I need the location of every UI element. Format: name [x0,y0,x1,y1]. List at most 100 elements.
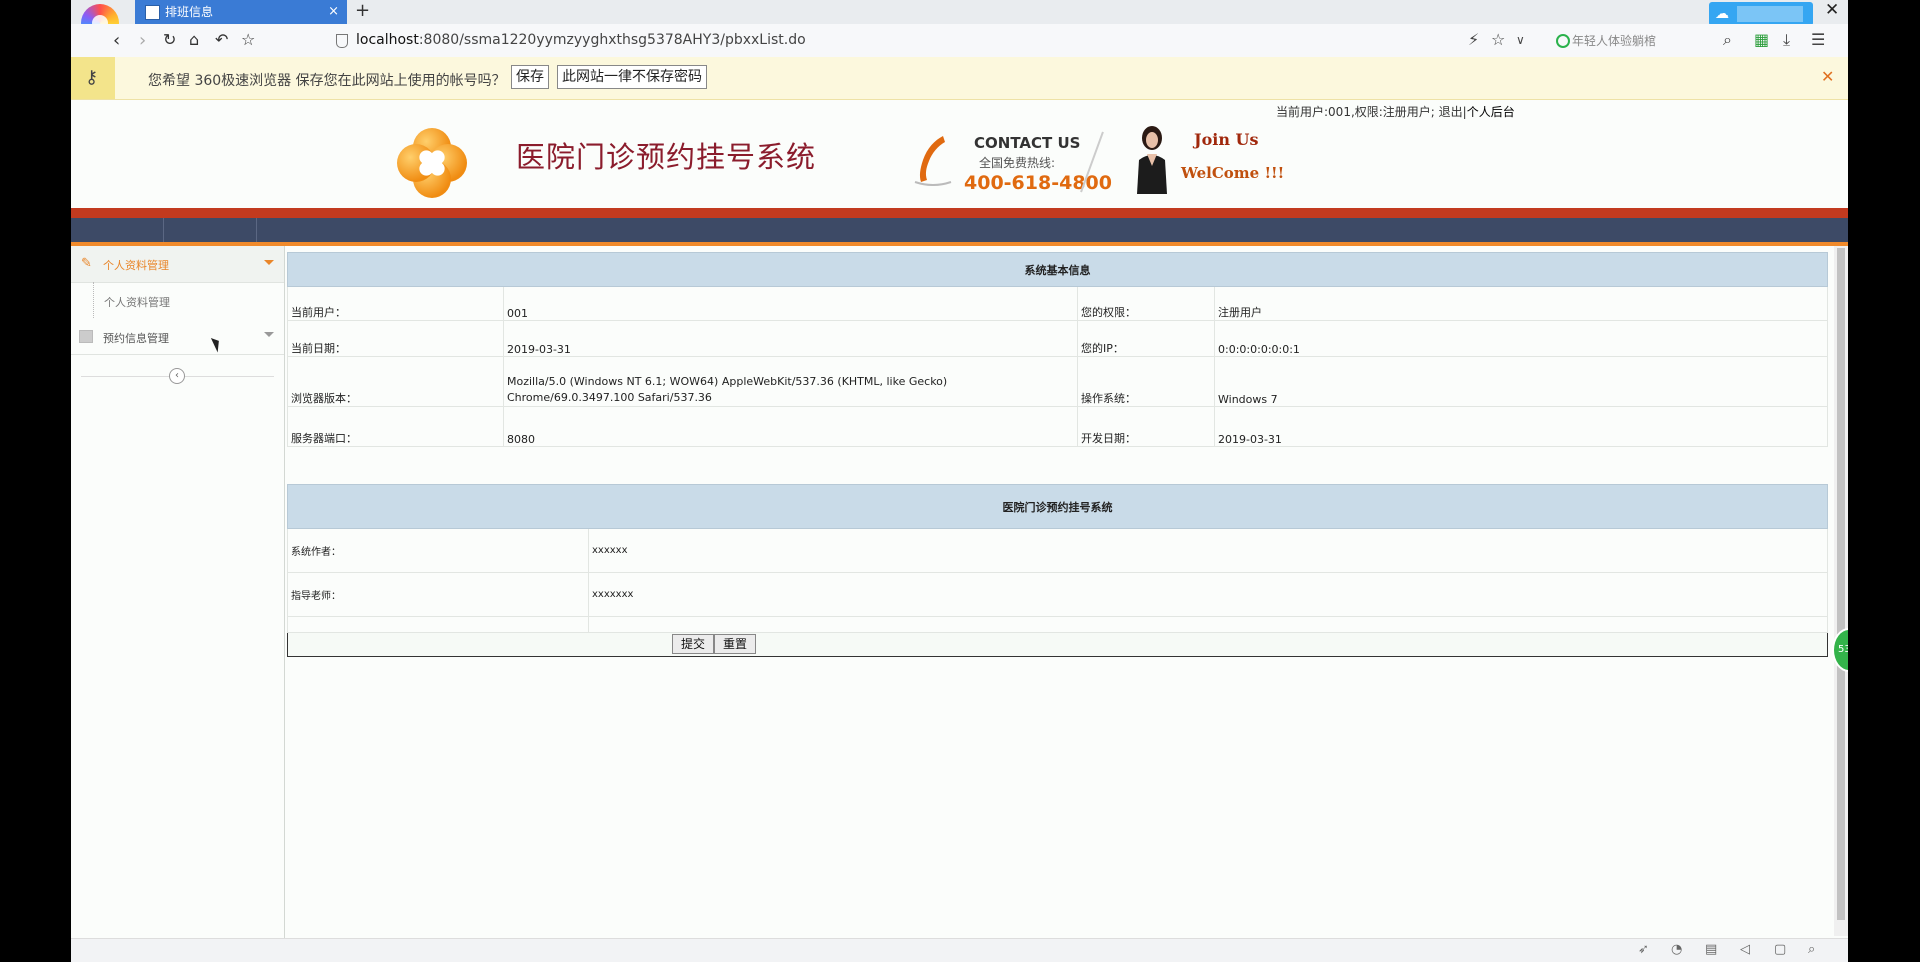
back-icon[interactable]: ‹ [113,30,120,51]
tab-favicon-icon [145,5,160,20]
security-shield-icon[interactable] [336,34,348,48]
header-stripe-red [71,208,1848,218]
key-icon: ⚷ [85,67,99,88]
sidebar-item-appointment-management[interactable]: 预约信息管理 [71,318,284,355]
site-title: 医院门诊预约挂号系统 [516,140,817,174]
download-icon[interactable]: ⤓ [1783,30,1790,50]
info-label: 您的IP： [1077,320,1215,357]
table-row: 系统作者： xxxxxx [287,528,1828,573]
table-row: 指导老师： xxxxxxx [287,572,1828,617]
window-close-button[interactable]: ✕ [1825,0,1839,20]
table-row: 浏览器版本： Mozilla/5.0 (Windows NT 6.1; WOW6… [287,356,1828,407]
address-bar: ‹ › ↻ ⌂ ↶ ☆ localhost:8080/ssma1220yymzy… [71,24,1848,58]
apps-icon[interactable]: ▦ [1754,30,1769,49]
info-value: 8080 [503,406,1078,447]
password-save-bar: ⚷ 您希望 360极速浏览器 保存您在此网站上使用的帐号吗？ 保存 此网站一律不… [71,57,1848,100]
empty-cell [588,616,1828,633]
button-row: 提交 重置 [287,632,1828,657]
password-prompt-text: 您希望 360极速浏览器 保存您在此网站上使用的帐号吗？ [148,73,506,89]
about-table: 医院门诊预约挂号系统 系统作者： xxxxxx 指导老师： xxxxxxx 提交… [287,484,1828,657]
never-save-button[interactable]: 此网站一律不保存密码 [557,65,707,89]
info-label: 开发日期： [1077,406,1215,447]
teacher-value: xxxxxxx [588,572,1828,617]
info-label: 当前用户： [287,286,504,321]
search-engine-icon [1556,34,1570,48]
info-label: 您的权限： [1077,286,1215,321]
window-icon[interactable]: ▢ [1774,942,1786,957]
cloud-sync-button[interactable]: ☁ [1709,2,1813,26]
sidebar-item-profile-management[interactable]: ✎ 个人资料管理 [71,246,284,283]
zoom-icon[interactable]: ⌕ [1808,942,1815,957]
button-cell: 提交 重置 [287,632,1828,657]
reload-icon[interactable]: ↻ [163,30,176,49]
author-label: 系统作者： [287,528,589,573]
new-tab-button[interactable]: + [355,0,375,24]
search-icon[interactable]: ⌕ [1723,30,1732,50]
grid-icon [79,330,93,343]
forward-icon[interactable]: › [139,30,146,51]
page-scrollbar[interactable] [1834,246,1848,936]
submit-button[interactable]: 提交 [672,634,715,654]
about-title: 医院门诊预约挂号系统 [287,484,1828,529]
search-input[interactable]: 年轻人体验躺棺 [1572,32,1656,49]
info-label: 当前日期： [287,320,504,357]
url-path: :8080/ssma1220yymzyyghxthsg5378AHY3/pbxx… [418,32,806,48]
sidebar-item-label: 个人资料管理 [103,259,169,272]
contact-phone: 400-618-4800 [964,172,1112,194]
url-field[interactable]: localhost:8080/ssma1220yymzyyghxthsg5378… [356,32,806,48]
scrollbar-thumb[interactable] [1837,248,1845,920]
system-info-title: 系统基本信息 [287,252,1828,287]
tab-close-icon[interactable]: × [328,0,339,24]
info-value: 2019-03-31 [1214,406,1828,447]
system-info-table: 系统基本信息 当前用户： 001 您的权限： 注册用户 当前日期： 2019-0… [287,252,1828,447]
cloud-icon: ☁ [1715,6,1729,22]
trash-icon[interactable]: ▤ [1705,942,1717,957]
info-label: 服务器端口： [287,406,504,447]
personal-backend-link[interactable]: 个人后台 [1467,105,1515,119]
volume-icon[interactable]: ◁ [1740,942,1750,957]
contact-title: CONTACT US [974,134,1081,152]
info-value: Mozilla/5.0 (Windows NT 6.1; WOW64) Appl… [503,356,1078,407]
chevron-down-icon [264,332,274,337]
table-row [287,616,1828,633]
join-us-text: Join Us [1194,130,1259,149]
welcome-text: WelCome !!! [1181,164,1285,182]
cloud-account-field [1737,6,1803,22]
info-label: 浏览器版本： [287,356,504,407]
user-status-text: 当前用户:001,权限:注册用户; 退出| [1276,105,1467,119]
rocket-icon[interactable]: ➶ [1638,942,1649,957]
favorite-star-icon[interactable]: ☆ [241,30,255,49]
empty-cell [287,616,589,633]
tab-title: 排班信息 [165,5,214,19]
author-value: xxxxxx [588,528,1828,573]
status-bar: ➶ ◔ ▤ ◁ ▢ ⌕ [71,938,1848,962]
home-icon[interactable]: ⌂ [189,30,199,49]
save-password-button[interactable]: 保存 [511,65,549,89]
close-icon[interactable]: ✕ [1821,67,1834,86]
menu-icon[interactable]: ☰ [1811,30,1825,49]
site-logo-icon [397,128,467,198]
info-label: 操作系统： [1077,356,1215,407]
info-value: 注册用户 [1214,286,1828,321]
bookmark-star-icon[interactable]: ☆ [1491,30,1505,49]
url-host: localhost [356,32,419,48]
reset-button[interactable]: 重置 [714,634,757,654]
browser-window: 排班信息 × + ☁ ✕ ‹ › ↻ ⌂ ↶ ☆ localhost:8080/… [71,0,1848,962]
chevron-down-icon [264,260,274,265]
contact-subtitle: 全国免费热线: [979,156,1056,170]
sidebar-subitem-profile[interactable]: 个人资料管理 [93,282,285,318]
browser-tab[interactable]: 排班信息 × [135,0,347,24]
sidebar-subitem-label: 个人资料管理 [104,296,170,309]
nav-stripe [71,218,1848,242]
sidebar-collapse: ‹ [81,368,274,384]
sidebar-item-label: 预约信息管理 [103,332,169,345]
collapse-left-icon[interactable]: ‹ [169,368,185,384]
info-value: 001 [503,286,1078,321]
chevron-down-icon[interactable]: ∨ [1516,33,1525,47]
sidebar: ✎ 个人资料管理 个人资料管理 预约信息管理 ‹ [71,246,285,946]
lightning-icon[interactable]: ⚡ [1468,30,1479,49]
phone-icon [914,136,952,186]
undo-icon[interactable]: ↶ [215,30,228,49]
speed-icon[interactable]: ◔ [1671,942,1682,957]
teacher-label: 指导老师： [287,572,589,617]
